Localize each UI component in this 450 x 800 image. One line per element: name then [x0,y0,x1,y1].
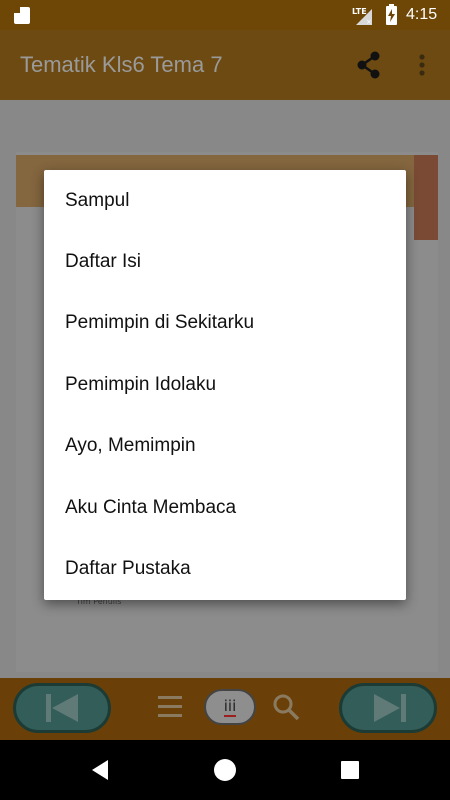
share-icon [357,51,380,79]
svg-text:×: × [366,18,372,25]
contents-menu-button[interactable] [156,692,186,722]
sd-card-icon [14,7,30,24]
more-vert-icon [419,54,425,76]
menu-item-pemimpin-idolaku[interactable]: Pemimpin Idolaku [44,354,406,415]
skip-previous-icon [46,694,78,722]
recents-button[interactable] [341,761,359,779]
back-button[interactable] [90,758,110,782]
next-page-button[interactable] [339,683,437,733]
home-button[interactable] [214,759,236,781]
page-number-button[interactable]: iii [204,689,256,725]
menu-item-pemimpin-di-sekitarku[interactable]: Pemimpin di Sekitarku [44,292,406,353]
menu-lines-icon [158,696,182,717]
menu-item-ayo-memimpin[interactable]: Ayo, Memimpin [44,415,406,476]
more-options-button[interactable] [410,50,434,80]
system-navigation-bar [0,740,450,800]
skip-next-icon [374,694,406,722]
battery-icon [386,4,397,25]
menu-item-sampul[interactable]: Sampul [44,170,406,231]
menu-item-daftar-isi[interactable]: Daftar Isi [44,231,406,292]
menu-item-daftar-pustaka[interactable]: Daftar Pustaka [44,538,406,599]
reader-toolbar: iii [0,678,450,740]
search-icon [273,694,300,721]
app-title: Tematik Kls6 Tema 7 [20,52,223,77]
back-icon [92,760,108,780]
share-button[interactable] [352,48,386,82]
menu-item-aku-cinta-membaca[interactable]: Aku Cinta Membaca [44,477,406,538]
status-bar: LTE × 4:15 [0,0,450,30]
previous-page-button[interactable] [13,683,111,733]
lte-signal-icon: LTE × [352,7,374,25]
page-number: iii [223,697,237,717]
chapter-menu-dialog: Sampul Daftar Isi Pemimpin di Sekitarku … [44,170,406,600]
page-decoration-corner [414,155,438,240]
status-time: 4:15 [406,6,438,23]
app-bar: Tematik Kls6 Tema 7 [0,30,450,100]
search-button[interactable] [271,692,301,722]
